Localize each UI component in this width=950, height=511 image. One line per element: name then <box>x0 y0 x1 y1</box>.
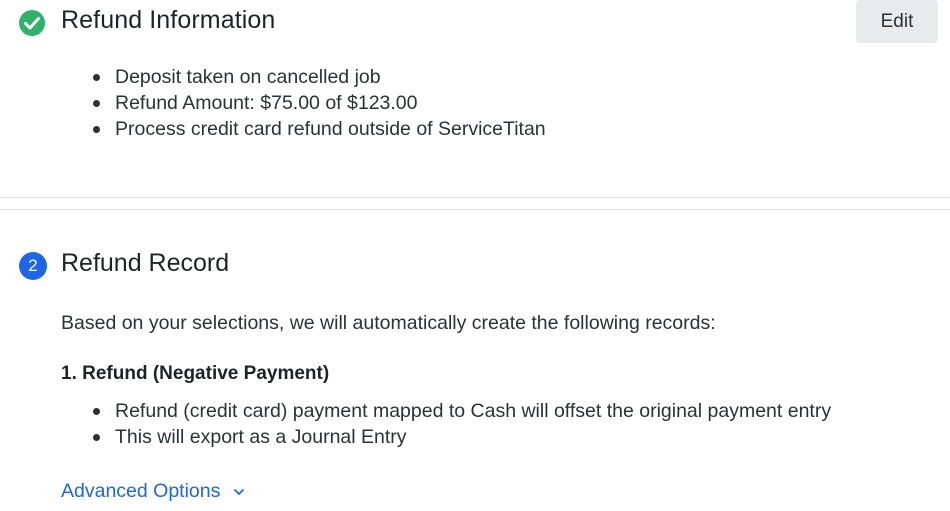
section-divider <box>0 197 950 198</box>
advanced-options-link[interactable]: Advanced Options <box>61 480 246 503</box>
bullet-icon <box>93 408 100 415</box>
bullet-icon <box>93 126 100 133</box>
refund-information-title: Refund Information <box>61 6 276 34</box>
list-item: Refund Amount: $75.00 of $123.00 <box>90 90 546 116</box>
refund-record-description: Based on your selections, we will automa… <box>61 312 716 334</box>
list-item: Process credit card refund outside of Se… <box>90 116 546 142</box>
list-item: Refund (credit card) payment mapped to C… <box>90 398 831 424</box>
refund-record-list: Refund (credit card) payment mapped to C… <box>90 398 831 450</box>
section-divider <box>0 209 950 210</box>
list-item: Deposit taken on cancelled job <box>90 64 546 90</box>
advanced-options-label: Advanced Options <box>61 480 221 502</box>
record-title: 1. Refund (Negative Payment) <box>61 363 330 384</box>
bullet-icon <box>93 434 100 441</box>
refund-information-list: Deposit taken on cancelled job Refund Am… <box>90 64 546 142</box>
bullet-icon <box>93 100 100 107</box>
refund-information-section: Refund Information Edit Deposit taken on… <box>0 0 950 198</box>
list-item: This will export as a Journal Entry <box>90 424 831 450</box>
bullet-icon <box>93 74 100 81</box>
check-circle-icon <box>19 10 45 36</box>
edit-button[interactable]: Edit <box>856 0 938 43</box>
chevron-down-icon <box>234 488 245 495</box>
step-number-badge: 2 <box>19 252 47 280</box>
refund-record-title: Refund Record <box>61 249 230 277</box>
